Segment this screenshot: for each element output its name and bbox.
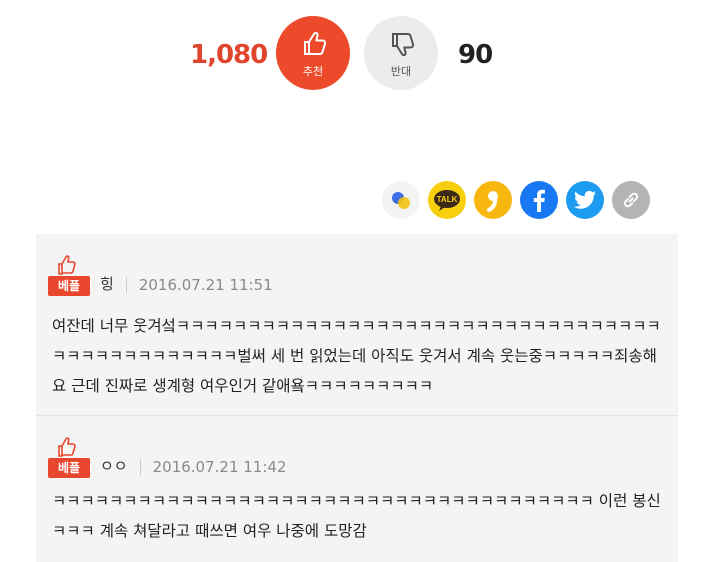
divider	[139, 459, 141, 475]
kakaotalk-share-button[interactable]: TALK	[428, 181, 466, 219]
comment-author: 힝	[100, 275, 114, 293]
thumbs-up-icon	[58, 437, 76, 457]
band-icon	[392, 192, 410, 209]
thumbs-up-icon	[58, 255, 76, 275]
comment-text: ㅋㅋㅋㅋㅋㅋㅋㅋㅋㅋㅋㅋㅋㅋㅋㅋㅋㅋㅋㅋㅋㅋㅋㅋㅋㅋㅋㅋㅋㅋㅋㅋㅋㅋㅋㅋㅋㅋ 이…	[52, 492, 661, 540]
comment-text: 여잔데 너무 웃겨섴ㅋㅋㅋㅋㅋㅋㅋㅋㅋㅋㅋㅋㅋㅋㅋㅋㅋㅋㅋㅋㅋㅋㅋㅋㅋㅋㅋㅋㅋㅋ…	[52, 317, 661, 395]
copy-link-button[interactable]	[612, 181, 650, 219]
facebook-share-button[interactable]	[520, 181, 558, 219]
best-comment-badge: 베플	[48, 254, 90, 296]
band-share-button[interactable]	[382, 181, 420, 219]
best-comment-label: 베플	[48, 276, 90, 296]
best-comments-list: 베플 힝 2016.07.21 11:51 여잔데 너무 웃겨섴ㅋㅋㅋㅋㅋㅋㅋㅋ…	[36, 234, 678, 562]
facebook-icon	[533, 189, 545, 212]
divider	[125, 277, 127, 293]
thumbs-up-icon	[304, 31, 327, 55]
upvote-count: 1,080	[190, 40, 268, 70]
vote-section: 1,080 추천 반대 90	[0, 14, 704, 94]
comment-header: 베플 ㅇㅇ 2016.07.21 11:42	[48, 436, 287, 478]
comment-date: 2016.07.21 11:51	[138, 276, 273, 294]
best-comment-label: 베플	[48, 458, 90, 478]
twitter-icon	[574, 190, 596, 209]
upvote-button[interactable]: 추천	[276, 16, 350, 90]
kakaostory-share-button[interactable]	[474, 181, 512, 219]
downvote-button[interactable]: 반대	[364, 16, 438, 90]
thumbs-down-icon	[392, 33, 415, 57]
comment-header: 베플 힝 2016.07.21 11:51	[48, 254, 273, 296]
twitter-share-button[interactable]	[566, 181, 604, 219]
best-comment-badge: 베플	[48, 436, 90, 478]
comment-item: 베플 ㅇㅇ 2016.07.21 11:42 ㅋㅋㅋㅋㅋㅋㅋㅋㅋㅋㅋㅋㅋㅋㅋㅋㅋ…	[36, 416, 678, 562]
comment-author: ㅇㅇ	[100, 457, 128, 475]
upvote-label: 추천	[302, 65, 324, 78]
kakaostory-icon	[487, 191, 498, 212]
svg-text:TALK: TALK	[437, 195, 458, 204]
kakaotalk-icon: TALK	[434, 190, 460, 211]
downvote-label: 반대	[390, 65, 412, 78]
share-bar: TALK	[382, 181, 650, 221]
comment-item: 베플 힝 2016.07.21 11:51 여잔데 너무 웃겨섴ㅋㅋㅋㅋㅋㅋㅋㅋ…	[36, 234, 678, 416]
downvote-count: 90	[458, 40, 493, 70]
link-icon	[623, 192, 639, 208]
comment-date: 2016.07.21 11:42	[152, 458, 287, 476]
